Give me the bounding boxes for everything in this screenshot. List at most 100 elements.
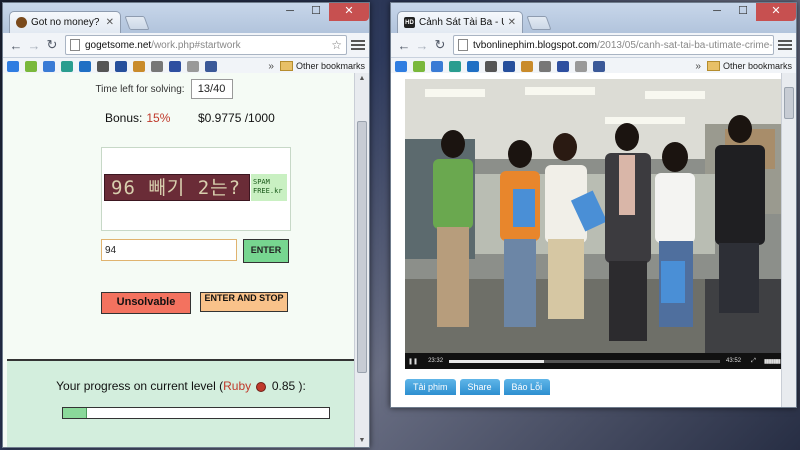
menu-icon[interactable] xyxy=(778,40,792,50)
video-elapsed: 23:32 xyxy=(428,358,444,364)
new-tab-button[interactable] xyxy=(526,16,552,30)
bookmark-site-icon[interactable] xyxy=(431,60,443,72)
progress-bar-fill xyxy=(63,408,87,418)
captcha-image: 96 빼기 2는? xyxy=(104,174,250,201)
bookmark-google-icon[interactable] xyxy=(395,60,407,72)
tab-close-icon[interactable]: ✕ xyxy=(106,17,114,28)
bookmark-site-icon[interactable] xyxy=(43,60,55,72)
close-window-icon[interactable]: ✕ xyxy=(329,3,369,21)
answer-input[interactable]: 94 xyxy=(101,239,237,261)
address-bar[interactable]: tvbonlinephim.blogspot.com/2013/05/canh-… xyxy=(453,35,774,55)
navigation-bar: ← → ↻ tvbonlinephim.blogspot.com/2013/05… xyxy=(391,33,796,58)
share-button[interactable]: Share xyxy=(459,379,500,395)
other-bookmarks[interactable]: Other bookmarks xyxy=(296,61,365,71)
tab-gogetsome[interactable]: Got no money? Get Some ✕ xyxy=(9,11,121,33)
bookmark-globe-icon[interactable] xyxy=(61,60,73,72)
fullscreen-icon[interactable]: ⤢ xyxy=(751,358,756,365)
new-tab-button[interactable] xyxy=(124,16,150,30)
reload-icon[interactable]: ↻ xyxy=(431,37,449,53)
window-controls: ─ ☐ ✕ xyxy=(704,3,796,21)
video-player[interactable]: ❚❚ 23:32 43:52 ⤢ ▮▮▮▮▮▮▮ xyxy=(405,79,783,369)
bookmark-x-icon[interactable] xyxy=(79,60,91,72)
tab-strip: Got no money? Get Some ✕ ─ ☐ ✕ xyxy=(3,3,369,33)
bookmark-page-icon[interactable] xyxy=(97,60,109,72)
bookmark-x-icon[interactable] xyxy=(467,60,479,72)
bookmarks-more[interactable]: » xyxy=(268,61,274,72)
tab-close-icon[interactable]: ✕ xyxy=(508,17,516,28)
scroll-down-icon[interactable]: ▼ xyxy=(355,435,369,447)
enter-and-stop-button[interactable]: ENTER AND STOP xyxy=(200,292,288,312)
bookmark-google-icon[interactable] xyxy=(7,60,19,72)
bookmark-play-icon[interactable] xyxy=(413,60,425,72)
back-arrow-icon[interactable]: ← xyxy=(395,38,413,53)
bookmarks-more[interactable]: » xyxy=(695,61,701,72)
work-page: Time left for solving: 13/40 Bonus: 15% $… xyxy=(3,73,355,447)
forward-arrow-icon[interactable]: → xyxy=(413,38,431,53)
video-seek-bar[interactable] xyxy=(449,359,721,363)
bookmark-blank-icon[interactable] xyxy=(575,60,587,72)
url-host: tvbonlinephim.blogspot.com xyxy=(473,39,597,51)
page-scrollbar[interactable]: ▲ ▼ xyxy=(354,73,369,447)
bookmark-facebook-icon[interactable] xyxy=(593,60,605,72)
bookmark-doc-icon[interactable] xyxy=(539,60,551,72)
level-value: 0.85 xyxy=(271,379,296,393)
bookmark-globe-icon[interactable] xyxy=(449,60,461,72)
timer-row: Time left for solving: 13/40 xyxy=(3,79,355,99)
address-bar[interactable]: gogetsome.net/work.php#startwork ☆ xyxy=(65,35,347,55)
video-remaining: 43:52 xyxy=(726,358,742,364)
bookmark-tool-icon[interactable] xyxy=(521,60,533,72)
folder-icon xyxy=(279,61,293,71)
reload-icon[interactable]: ↻ xyxy=(43,37,61,53)
bookmark-eye-icon[interactable] xyxy=(557,60,569,72)
bookmark-page-icon[interactable] xyxy=(485,60,497,72)
maximize-icon[interactable]: ☐ xyxy=(303,3,329,21)
minimize-icon[interactable]: ─ xyxy=(704,3,730,21)
download-button[interactable]: Tải phim xyxy=(405,379,456,395)
bookmark-tool-icon[interactable] xyxy=(133,60,145,72)
back-arrow-icon[interactable]: ← xyxy=(7,38,25,53)
bookmark-doc-icon[interactable] xyxy=(151,60,163,72)
url-host: gogetsome.net xyxy=(85,39,152,51)
video-controls: ❚❚ 23:32 43:52 ⤢ ▮▮▮▮▮▮▮ xyxy=(405,353,783,369)
bookmark-facebook-icon[interactable] xyxy=(205,60,217,72)
report-error-button[interactable]: Báo Lỗi xyxy=(503,379,551,395)
star-icon[interactable]: ☆ xyxy=(327,38,342,52)
tab-canh-sat-tai-ba[interactable]: HD Cảnh Sát Tài Ba - Utimate ✕ xyxy=(397,11,523,33)
unsolvable-button[interactable]: Unsolvable xyxy=(101,292,191,314)
video-action-buttons: Tải phim Share Báo Lỗi xyxy=(405,379,551,395)
captcha-brand-logo: SPAM FREE.kr xyxy=(251,174,287,201)
url-path: /work.php#startwork xyxy=(151,39,241,51)
enter-button[interactable]: ENTER xyxy=(243,239,289,263)
page-scrollbar[interactable] xyxy=(781,73,796,407)
scroll-up-icon[interactable]: ▲ xyxy=(355,73,369,85)
volume-icon[interactable]: ▮▮▮▮▮▮▮ xyxy=(764,358,781,365)
scroll-thumb[interactable] xyxy=(357,121,367,373)
bookmark-car-icon[interactable] xyxy=(503,60,515,72)
tab-strip: HD Cảnh Sát Tài Ba - Utimate ✕ ─ ☐ ✕ xyxy=(391,3,796,33)
minimize-icon[interactable]: ─ xyxy=(277,3,303,21)
gogetsome-favicon-icon xyxy=(16,17,27,28)
bookmark-car-icon[interactable] xyxy=(115,60,127,72)
menu-icon[interactable] xyxy=(351,40,365,50)
bookmark-play-icon[interactable] xyxy=(25,60,37,72)
captcha-panel: 96 빼기 2는? SPAM FREE.kr xyxy=(101,147,291,231)
forward-arrow-icon[interactable]: → xyxy=(25,38,43,53)
bonus-label: Bonus: xyxy=(105,111,143,125)
tab-title: Got no money? Get Some xyxy=(31,17,102,28)
progress-text: Your progress on current level (Ruby 0.8… xyxy=(7,379,355,393)
bonus-row: Bonus: 15% xyxy=(105,111,170,125)
navigation-bar: ← → ↻ gogetsome.net/work.php#startwork ☆ xyxy=(3,33,369,58)
level-name: Ruby xyxy=(223,379,252,393)
close-window-icon[interactable]: ✕ xyxy=(756,3,796,21)
bookmark-eye-icon[interactable] xyxy=(169,60,181,72)
bonus-value: 15% xyxy=(146,111,171,125)
other-bookmarks[interactable]: Other bookmarks xyxy=(723,61,792,71)
scroll-thumb[interactable] xyxy=(784,87,794,119)
bookmark-blank-icon[interactable] xyxy=(187,60,199,72)
progress-bar xyxy=(62,407,330,419)
maximize-icon[interactable]: ☐ xyxy=(730,3,756,21)
play-pause-icon[interactable]: ❚❚ xyxy=(408,358,418,365)
video-seek-played xyxy=(449,359,544,363)
progress-suffix: ): xyxy=(298,379,306,393)
page-icon xyxy=(70,39,80,51)
